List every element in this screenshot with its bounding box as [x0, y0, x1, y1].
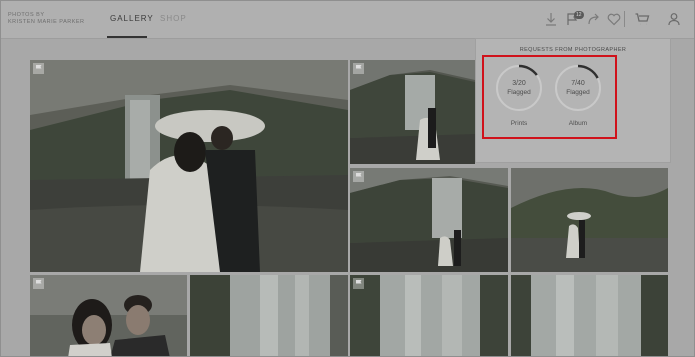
- photo-couple-portrait[interactable]: [30, 275, 187, 356]
- photographer-brand[interactable]: PHOTOS BY KRISTEN MARIE PARKER: [8, 12, 85, 26]
- popover-title: REQUESTS FROM PHOTOGRAPHER: [519, 47, 627, 53]
- photo-couple-umbrella-waterfall[interactable]: [30, 60, 348, 272]
- gallery-page: PHOTOS BY KRISTEN MARIE PARKER GALLERY S…: [0, 0, 695, 357]
- flag-button[interactable]: [353, 171, 364, 182]
- share-icon[interactable]: [586, 11, 602, 27]
- brand-line-2: KRISTEN MARIE PARKER: [8, 19, 85, 25]
- photo-couple-waterfall-small[interactable]: [350, 60, 475, 164]
- flag-count-badge: 12: [574, 11, 584, 19]
- flag-button[interactable]: [33, 63, 44, 74]
- annotation-highlight-box: [482, 55, 617, 139]
- flag-button[interactable]: [353, 63, 364, 74]
- top-bar: PHOTOS BY KRISTEN MARIE PARKER GALLERY S…: [1, 1, 694, 39]
- photo-waterfall-2[interactable]: [350, 275, 508, 356]
- user-icon[interactable]: [666, 11, 682, 27]
- download-icon[interactable]: [543, 11, 559, 27]
- brand-line-1: PHOTOS BY: [8, 12, 45, 18]
- photo-couple-waterfall-wide[interactable]: [350, 168, 508, 272]
- flag-button[interactable]: [33, 278, 44, 289]
- tab-shop[interactable]: SHOP: [160, 14, 187, 23]
- flag-button[interactable]: [353, 278, 364, 289]
- active-tab-indicator: [107, 36, 147, 38]
- tab-gallery[interactable]: GALLERY: [110, 14, 154, 23]
- photo-waterfall-1[interactable]: [190, 275, 348, 356]
- photo-waterfall-3[interactable]: [511, 275, 668, 356]
- header-divider: [624, 11, 625, 27]
- photo-couple-hillside-umbrella[interactable]: [511, 168, 668, 272]
- cart-icon[interactable]: [634, 11, 650, 27]
- heart-icon[interactable]: [606, 11, 622, 27]
